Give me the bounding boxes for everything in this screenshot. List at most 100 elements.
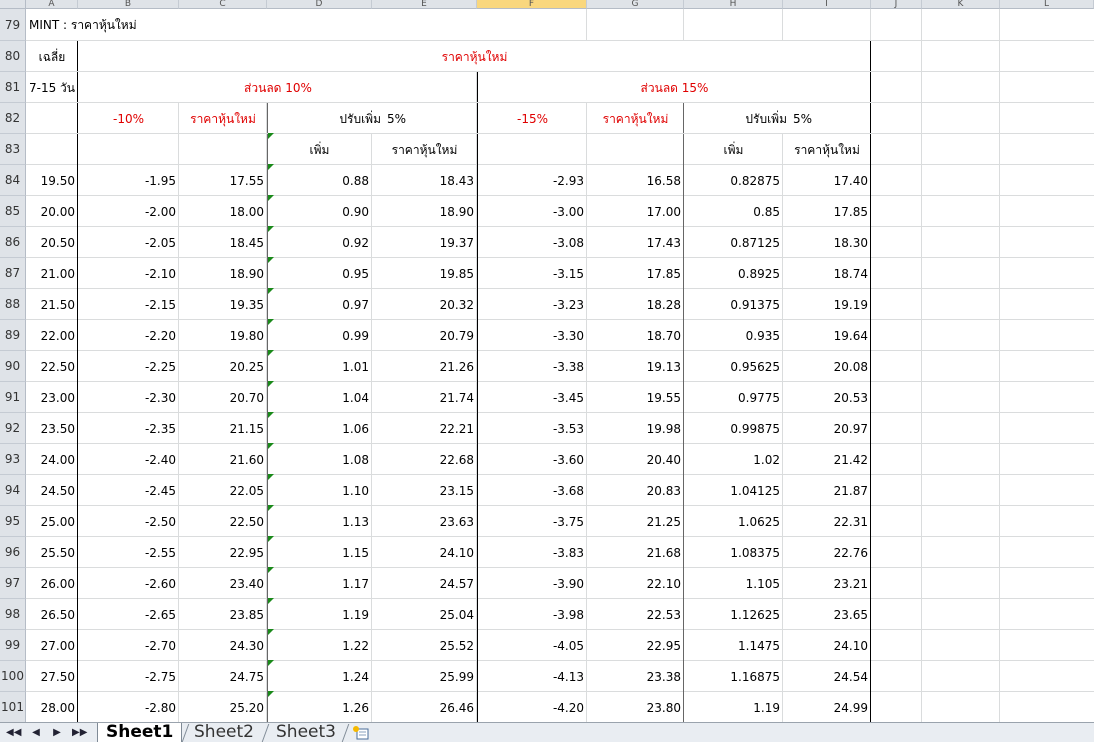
row-header-84[interactable]: 84 [0, 165, 26, 196]
row-header-85[interactable]: 85 [0, 196, 26, 227]
table-cell[interactable]: 23.38 [587, 661, 684, 692]
table-cell[interactable]: 1.04 [267, 382, 372, 413]
table-cell[interactable]: 23.50 [26, 413, 78, 444]
table-cell[interactable]: -2.05 [78, 227, 179, 258]
table-cell[interactable]: -3.38 [477, 351, 587, 382]
table-cell[interactable]: 20.08 [783, 351, 871, 382]
table-cell[interactable]: 0.97 [267, 289, 372, 320]
table-cell[interactable]: 17.00 [587, 196, 684, 227]
table-cell[interactable]: -3.60 [477, 444, 587, 475]
table-cell[interactable]: 23.00 [26, 382, 78, 413]
table-cell[interactable]: 16.58 [587, 165, 684, 196]
table-cell[interactable]: 24.00 [26, 444, 78, 475]
cell-header-discount-15[interactable]: ส่วนลด 15% [478, 72, 871, 103]
table-cell[interactable]: 18.74 [783, 258, 871, 289]
table-cell[interactable]: 23.63 [372, 506, 477, 537]
insert-sheet-icon[interactable] [350, 725, 372, 740]
table-cell[interactable]: 19.55 [587, 382, 684, 413]
row-header-100[interactable]: 100 [0, 661, 26, 692]
table-cell[interactable]: 22.05 [179, 475, 267, 506]
cell-header-discount-10[interactable]: ส่วนลด 10% [78, 72, 478, 103]
table-cell[interactable]: 23.85 [179, 599, 267, 630]
table-cell[interactable]: 0.935 [684, 320, 783, 351]
cell-header-newprice-c[interactable]: ราคาหุ้นใหม่ [179, 103, 267, 134]
row-header-80[interactable]: 80 [0, 41, 26, 72]
tab-sheet2[interactable]: Sheet2 [186, 723, 262, 742]
table-cell[interactable]: 0.9775 [684, 382, 783, 413]
table-cell[interactable]: 24.30 [179, 630, 267, 661]
table-cell[interactable]: 22.68 [372, 444, 477, 475]
table-cell[interactable]: 27.00 [26, 630, 78, 661]
table-cell[interactable]: -3.53 [477, 413, 587, 444]
cell-header-increase-h[interactable]: เพิ่ม [684, 134, 783, 165]
table-cell[interactable]: 1.105 [684, 568, 783, 599]
row-header-98[interactable]: 98 [0, 599, 26, 630]
table-cell[interactable]: -2.45 [78, 475, 179, 506]
column-header-k[interactable]: K [922, 0, 1000, 9]
table-cell[interactable]: 0.91375 [684, 289, 783, 320]
table-cell[interactable]: -2.93 [477, 165, 587, 196]
table-cell[interactable]: 0.99875 [684, 413, 783, 444]
table-cell[interactable]: 21.68 [587, 537, 684, 568]
table-cell[interactable]: 1.1475 [684, 630, 783, 661]
table-cell[interactable]: 26.46 [372, 692, 477, 722]
table-cell[interactable]: -3.00 [477, 196, 587, 227]
table-cell[interactable]: 23.65 [783, 599, 871, 630]
table-cell[interactable]: 22.10 [587, 568, 684, 599]
table-cell[interactable]: 23.21 [783, 568, 871, 599]
table-cell[interactable]: -3.75 [477, 506, 587, 537]
column-header-d[interactable]: D [267, 0, 372, 9]
row-header-95[interactable]: 95 [0, 506, 26, 537]
table-cell[interactable]: 24.54 [783, 661, 871, 692]
table-cell[interactable]: 0.99 [267, 320, 372, 351]
table-cell[interactable]: 17.40 [783, 165, 871, 196]
cell-header-minus10[interactable]: -10% [78, 103, 179, 134]
table-cell[interactable]: -4.05 [477, 630, 587, 661]
table-cell[interactable]: 22.95 [587, 630, 684, 661]
table-cell[interactable]: 1.10 [267, 475, 372, 506]
prev-sheet-icon[interactable]: ◀ [29, 726, 43, 740]
table-cell[interactable]: -2.40 [78, 444, 179, 475]
table-cell[interactable]: 24.99 [783, 692, 871, 722]
table-cell[interactable]: 18.45 [179, 227, 267, 258]
table-cell[interactable]: -3.83 [477, 537, 587, 568]
table-cell[interactable]: 19.37 [372, 227, 477, 258]
table-cell[interactable]: 1.16875 [684, 661, 783, 692]
table-cell[interactable]: 19.13 [587, 351, 684, 382]
table-cell[interactable]: -2.80 [78, 692, 179, 722]
table-cell[interactable]: 18.00 [179, 196, 267, 227]
table-cell[interactable]: 22.50 [26, 351, 78, 382]
table-cell[interactable]: 22.00 [26, 320, 78, 351]
column-header-h[interactable]: H [684, 0, 783, 9]
table-cell[interactable]: 20.00 [26, 196, 78, 227]
cell-header-adjust-h[interactable]: ปรับเพิ่ม [684, 103, 790, 134]
table-cell[interactable]: 25.52 [372, 630, 477, 661]
row-header-83[interactable]: 83 [0, 134, 26, 165]
row-header-86[interactable]: 86 [0, 227, 26, 258]
table-cell[interactable]: 21.15 [179, 413, 267, 444]
table-cell[interactable]: 19.64 [783, 320, 871, 351]
table-cell[interactable]: 1.19 [267, 599, 372, 630]
table-cell[interactable]: 1.12625 [684, 599, 783, 630]
row-header-82[interactable]: 82 [0, 103, 26, 134]
table-cell[interactable]: 1.19 [684, 692, 783, 722]
tab-sheet1[interactable]: Sheet1 [97, 723, 183, 742]
table-cell[interactable]: -3.08 [477, 227, 587, 258]
spreadsheet-grid[interactable]: A B C D E F G H I J K L 79 80 81 82 83 84 85 86 87 88 89 90 91 92… [0, 0, 1094, 722]
table-cell[interactable]: 22.53 [587, 599, 684, 630]
table-cell[interactable]: -2.35 [78, 413, 179, 444]
table-cell[interactable]: 20.70 [179, 382, 267, 413]
first-sheet-icon[interactable]: ◀◀ [6, 726, 21, 740]
table-cell[interactable]: 18.43 [372, 165, 477, 196]
table-cell[interactable]: -2.65 [78, 599, 179, 630]
table-cell[interactable]: -2.25 [78, 351, 179, 382]
row-header-99[interactable]: 99 [0, 630, 26, 661]
table-cell[interactable]: 0.95 [267, 258, 372, 289]
table-cell[interactable]: 20.53 [783, 382, 871, 413]
table-cell[interactable]: 21.00 [26, 258, 78, 289]
table-cell[interactable]: -2.10 [78, 258, 179, 289]
column-header-j[interactable]: J [871, 0, 922, 9]
column-header-c[interactable]: C [179, 0, 267, 9]
select-all-corner[interactable] [0, 0, 26, 9]
cell-header-newprice-g[interactable]: ราคาหุ้นใหม่ [587, 103, 684, 134]
